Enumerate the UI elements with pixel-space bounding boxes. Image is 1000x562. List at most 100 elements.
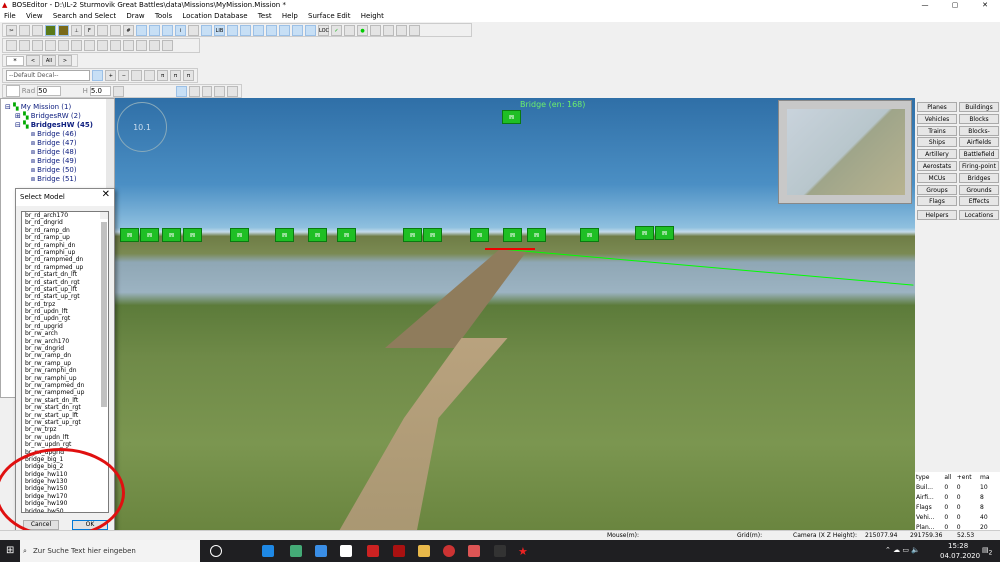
mcu-waypoint-icon[interactable]	[305, 24, 316, 36]
model-list-item[interactable]: br_rd_upgrid	[22, 323, 108, 330]
bridge-marker[interactable]: ⩎	[140, 228, 159, 242]
model-list-item[interactable]: br_rw_start_dn_rgt	[22, 404, 108, 411]
cancel-button[interactable]: Cancel	[23, 520, 59, 530]
terrain-smooth-icon[interactable]	[201, 85, 213, 97]
minimap[interactable]	[778, 100, 912, 204]
notifications-icon[interactable]: ▤2	[982, 546, 992, 556]
loc-button[interactable]: LOC	[318, 24, 329, 36]
model-list-item[interactable]: bridge_hw50	[22, 508, 108, 512]
model-list-item[interactable]: br_rw_dngrid	[22, 345, 108, 352]
tree-icon[interactable]	[396, 24, 407, 36]
menu-search-select[interactable]: Search and Select	[53, 12, 116, 20]
ground-icon[interactable]: ⊥	[71, 24, 82, 36]
menu-tools[interactable]: Tools	[155, 12, 172, 20]
decal-image-icon[interactable]	[92, 70, 104, 81]
line-icon[interactable]	[110, 40, 121, 51]
decal-add-icon[interactable]: +	[105, 70, 117, 81]
tree-item[interactable]: ⩎ Bridge (46)	[31, 130, 77, 139]
bridge-marker[interactable]: ⩎	[655, 226, 674, 240]
model-list-item[interactable]: br_rd_dngrid	[22, 219, 108, 226]
model-list-item[interactable]: bridge_hw170	[22, 493, 108, 500]
target-icon[interactable]	[149, 24, 160, 36]
select-box-icon[interactable]	[97, 40, 108, 51]
model-list-item[interactable]: br_rd_start_dn_rgt	[22, 279, 108, 286]
menu-surface-edit[interactable]: Surface Edit	[308, 12, 350, 20]
cone-icon[interactable]	[227, 85, 238, 97]
il2-icon[interactable]	[393, 545, 405, 557]
model-list-item[interactable]: br_rd_arch170	[22, 212, 108, 219]
terrain-icon[interactable]	[176, 85, 187, 97]
filter-icon[interactable]	[188, 24, 199, 36]
model-list-item[interactable]: br_rw_ramphi_up	[22, 375, 108, 382]
bridge-marker[interactable]: ⩎	[580, 228, 599, 242]
image-icon[interactable]	[45, 40, 56, 51]
model-list-item[interactable]: bridge_hw190	[22, 500, 108, 507]
decal-pi-icon[interactable]: π	[157, 70, 169, 81]
library-button-battlefield[interactable]: Battlefield	[959, 149, 999, 160]
model-list-item[interactable]: br_rw_start_dn_lft	[22, 397, 108, 404]
bridge-marker[interactable]: ⩎	[308, 228, 327, 242]
model-list-item[interactable]: br_rw_trpz	[22, 426, 108, 433]
model-list-item[interactable]: br_rd_rampmed_up	[22, 264, 108, 271]
tree-item[interactable]: ⩎ Bridge (50)	[31, 166, 77, 175]
mcu-helper-icon[interactable]	[266, 24, 277, 36]
stats-row[interactable]: Airfi... 0 0 8	[915, 492, 995, 502]
close-button[interactable]: ✕	[970, 0, 1000, 11]
decal-pi3-icon[interactable]: π	[183, 70, 194, 81]
model-list-item[interactable]: br_rd_updn_lft	[22, 308, 108, 315]
library-button-blocks[interactable]: Blocks	[959, 113, 999, 124]
model-list-item[interactable]: br_rd_ramphi_dn	[22, 242, 108, 249]
clock-time[interactable]: 15:28	[948, 542, 968, 550]
drop-icon[interactable]	[214, 85, 226, 97]
model-list-item[interactable]: br_rw_rampmed_up	[22, 389, 108, 396]
app-icon-3[interactable]	[494, 545, 506, 557]
model-list[interactable]: br_rd_arch170 br_rd_dngrid br_rd_ramp_dn br…	[21, 211, 109, 513]
select-all-icon[interactable]	[71, 40, 82, 51]
model-list-item[interactable]: br_rw_rampmed_dn	[22, 382, 108, 389]
dot-icon[interactable]: ●	[357, 24, 368, 36]
amazon-icon[interactable]	[340, 545, 352, 557]
picture-icon[interactable]	[58, 40, 69, 51]
library-button-trains[interactable]: Trains	[917, 125, 957, 136]
star-app-icon[interactable]: ★	[518, 545, 530, 558]
tree-group-bridgesrw[interactable]: ⊞ ▚ BridgesRW (2)	[15, 112, 81, 120]
model-list-item[interactable]: br_rd_start_dn_lft	[22, 271, 108, 278]
nav-all-button[interactable]: All	[42, 55, 56, 66]
stats-row[interactable]: Buil... 0 0 10	[915, 482, 995, 492]
bridge-marker[interactable]: ⩎	[635, 226, 654, 240]
nav-next-button[interactable]: >	[58, 55, 72, 66]
nav-prev-button[interactable]: <	[26, 55, 40, 66]
library-button-vehicles[interactable]: Vehicles	[917, 113, 957, 124]
menu-draw[interactable]: Draw	[126, 12, 144, 20]
menu-view[interactable]: View	[26, 12, 43, 20]
model-list-item[interactable]: br_rw_updn_rgt	[22, 441, 108, 448]
decal-remove-icon[interactable]: −	[118, 70, 130, 81]
menu-file[interactable]: File	[4, 12, 16, 20]
model-list-item[interactable]: br_rd_ramphi_up	[22, 249, 108, 256]
maximize-button[interactable]: ▢	[940, 0, 970, 11]
nav-star-field[interactable]: *	[6, 55, 24, 66]
model-list-item[interactable]: bridge_hw150	[22, 485, 108, 492]
message-icon[interactable]	[344, 24, 355, 36]
tree-item[interactable]: ⩎ Bridge (49)	[31, 157, 77, 166]
bridge-marker[interactable]: ⩎	[503, 228, 522, 242]
app-icon-record[interactable]	[443, 545, 455, 557]
menu-test[interactable]: Test	[258, 12, 272, 20]
library-button-helpers[interactable]: Helpers	[917, 210, 957, 221]
library-button-aerostats[interactable]: Aerostats	[917, 161, 957, 171]
tree-group-bridgeshw[interactable]: ⊟ ▚ BridgesHW (45)	[15, 121, 93, 129]
stats-row[interactable]: Vehi... 0 0 40	[915, 512, 995, 522]
bridge-marker[interactable]: ⩎	[230, 228, 249, 242]
library-button-airfields[interactable]: Airfields	[959, 137, 999, 148]
explorer-icon[interactable]	[418, 545, 430, 557]
app-icon-2[interactable]	[468, 545, 480, 557]
mcu-obj-icon[interactable]	[240, 24, 251, 36]
model-list-item[interactable]: bridge_hw110	[22, 471, 108, 478]
h-input[interactable]: 5.0	[89, 86, 112, 96]
copy-object-icon[interactable]	[149, 40, 160, 51]
library-button-locations[interactable]: Locations	[959, 210, 999, 221]
library-button-groups[interactable]: Groups	[917, 184, 957, 195]
tree-item[interactable]: ⩎ Bridge (51)	[31, 175, 77, 184]
library-button-mcus[interactable]: MCUs	[917, 172, 957, 183]
decal-pen-icon[interactable]	[131, 70, 143, 81]
